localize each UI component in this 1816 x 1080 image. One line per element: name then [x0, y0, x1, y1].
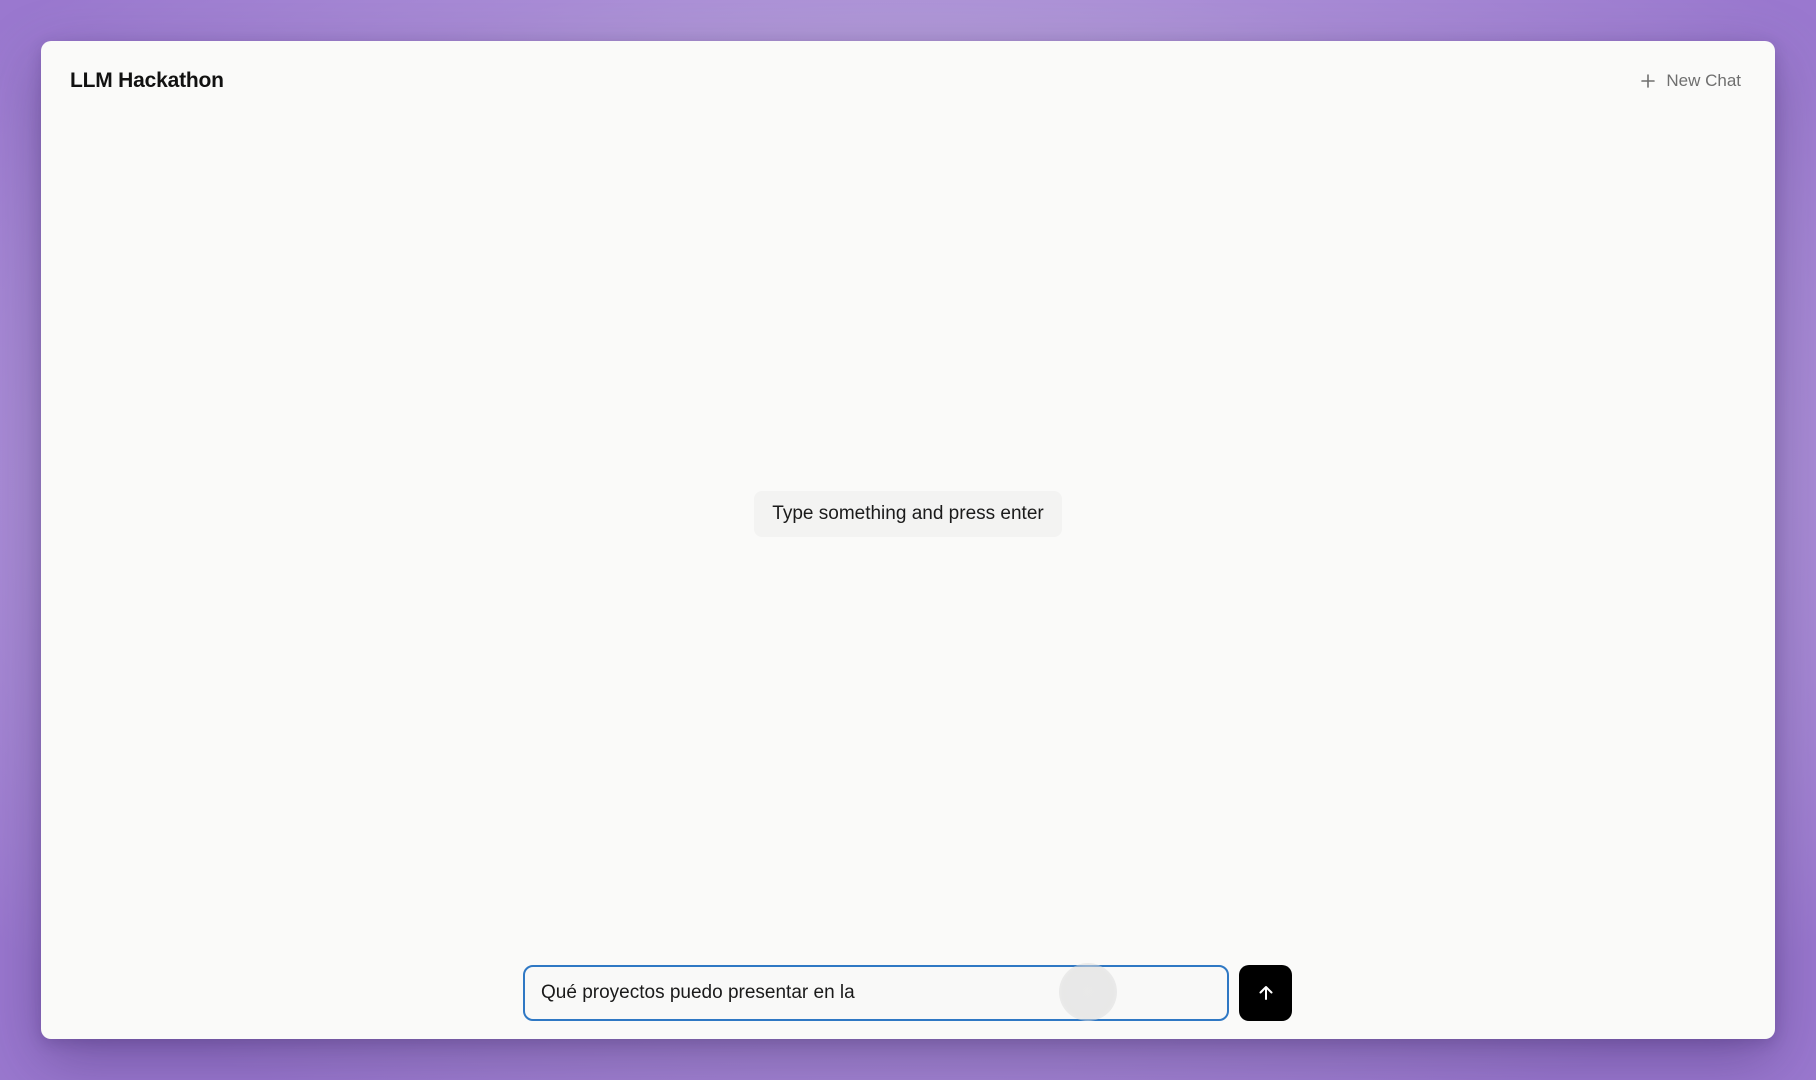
arrow-up-icon [1259, 986, 1272, 1000]
chat-input-container[interactable] [523, 963, 1229, 1021]
empty-state-message: Type something and press enter [754, 491, 1062, 537]
send-button[interactable] [1239, 965, 1292, 1021]
app-title: LLM Hackathon [70, 69, 224, 92]
chat-input[interactable] [539, 981, 1213, 1005]
new-chat-button[interactable]: New Chat [1636, 69, 1745, 93]
new-chat-label: New Chat [1666, 71, 1741, 90]
empty-state: Type something and press enter [41, 491, 1775, 537]
chat-composer [523, 963, 1292, 1021]
app-window: LLM Hackathon New Chat Type something an… [41, 41, 1775, 1039]
plus-icon [1641, 74, 1656, 88]
header: LLM Hackathon New Chat [41, 41, 1775, 121]
